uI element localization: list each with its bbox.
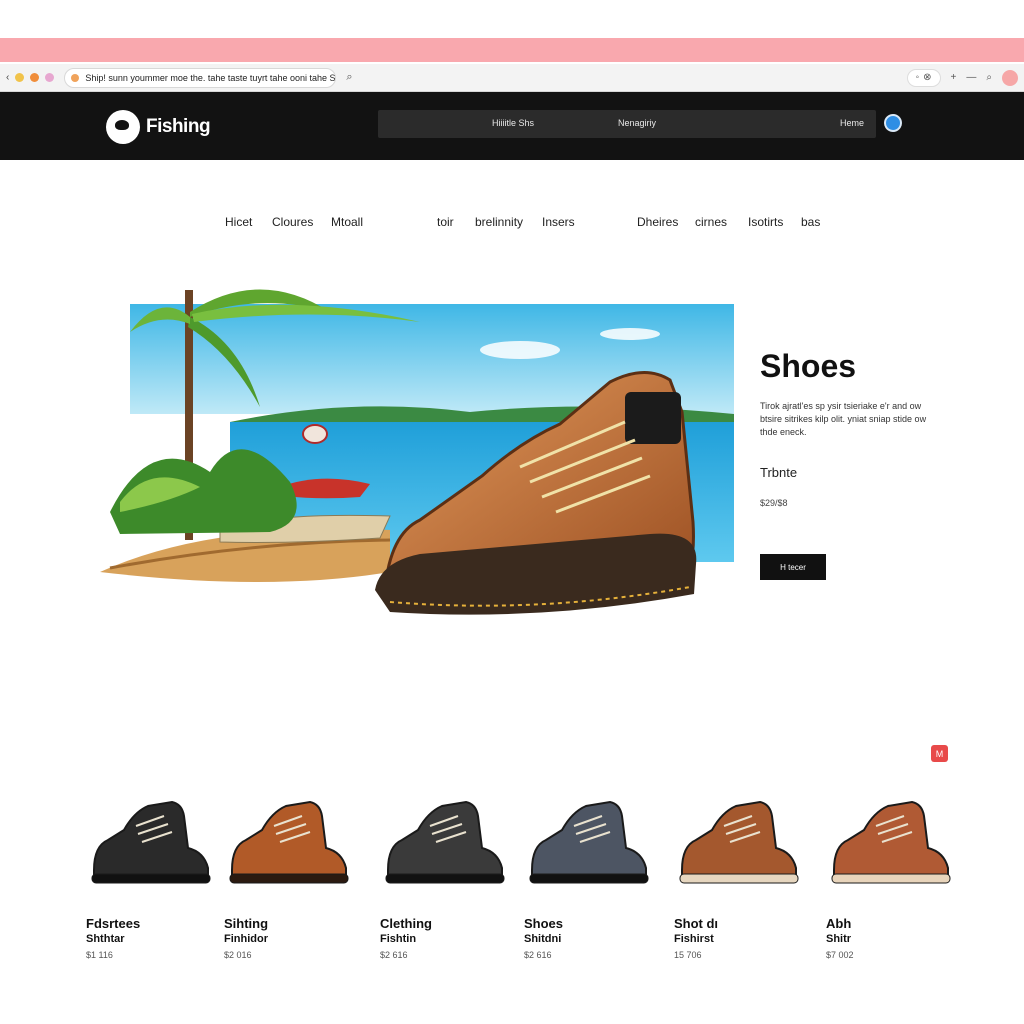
product-subtitle: Shthtar xyxy=(86,933,125,945)
site-header: Fishing Hiiiitle Shs Nenagiriy Heme xyxy=(0,92,1024,160)
zoom-icon[interactable]: ⌕ xyxy=(986,72,992,83)
search-icon[interactable]: ⌕ xyxy=(346,71,352,84)
header-nav-item[interactable]: Nenagiriy xyxy=(618,118,656,128)
page: ‹ Ship! sunn yoummer moe the. tahe taste… xyxy=(0,0,1024,1024)
category-link[interactable]: Isotirts xyxy=(748,215,783,229)
site-logo[interactable]: Fishing xyxy=(106,110,211,144)
product-subtitle: Finhidor xyxy=(224,933,268,945)
category-link[interactable]: Insers xyxy=(542,215,575,229)
product-name: Sihting xyxy=(224,916,269,931)
boot-collar xyxy=(625,392,681,444)
notification-badge[interactable]: M xyxy=(931,745,948,762)
globe-icon[interactable] xyxy=(884,114,902,132)
category-link[interactable]: toir xyxy=(437,215,454,229)
product-name: Clething xyxy=(380,916,432,931)
boot-icon xyxy=(385,800,505,884)
category-link[interactable]: Dheires xyxy=(637,215,678,229)
product-card[interactable]: Fdsrtees Shthtar $1 116 xyxy=(86,790,226,970)
header-nav-item[interactable]: Heme xyxy=(840,118,864,128)
category-link[interactable]: Mtoall xyxy=(331,215,363,229)
category-link[interactable]: brelinnity xyxy=(475,215,523,229)
header-nav-bar: Hiiiitle Shs Nenagiriy Heme xyxy=(378,110,876,138)
product-card[interactable]: Shot dı Fishirst 15 706 xyxy=(674,790,814,970)
block-icon: ⊗ xyxy=(923,72,932,83)
product-price: $7 002 xyxy=(826,950,854,960)
cloud xyxy=(480,341,560,359)
address-bar[interactable]: Ship! sunn yoummer moe the. tahe taste t… xyxy=(64,67,337,88)
fishing-lure-icon xyxy=(302,424,328,444)
product-subtitle: Fishtin xyxy=(380,933,417,945)
boot-icon xyxy=(529,800,649,884)
minimize-icon[interactable]: — xyxy=(966,72,976,83)
product-name: Abh xyxy=(826,916,852,931)
boot-icon xyxy=(91,800,211,884)
fish-logo-icon xyxy=(106,110,140,144)
browser-right-controls: ◦ ⊗ + — ⌕ xyxy=(906,68,1024,87)
product-name: Shot dı xyxy=(674,916,719,931)
product-subtitle: Fishirst xyxy=(674,933,714,945)
product-card[interactable]: Sihting Finhidor $2 016 xyxy=(224,790,364,970)
hero-title: Shoes xyxy=(760,348,857,384)
tab-title: Ship! sunn yoummer moe the. tahe taste t… xyxy=(85,72,337,83)
product-card[interactable]: Abh Shitr $7 002 xyxy=(826,790,966,970)
yellow-dot-icon xyxy=(15,73,25,82)
favicon-icon xyxy=(71,73,80,82)
profile-avatar[interactable] xyxy=(1002,69,1018,86)
boot-icon xyxy=(831,800,951,884)
product-subtitle: Shitr xyxy=(826,933,852,945)
category-link[interactable]: bas xyxy=(801,215,820,229)
category-link[interactable]: Hicet xyxy=(225,215,252,229)
hero-price: $29/$8 xyxy=(760,498,788,508)
browser-address-row: ‹ Ship! sunn yoummer moe the. tahe taste… xyxy=(0,64,1024,92)
product-card[interactable]: Clething Fishtin $2 616 xyxy=(380,790,520,970)
header-nav-item[interactable]: Hiiiitle Shs xyxy=(492,118,534,128)
product-price: 15 706 xyxy=(674,950,702,960)
category-link[interactable]: Cloures xyxy=(272,215,313,229)
product-name: Fdsrtees xyxy=(86,916,141,931)
hero-description: Tirok ajratl'es sp ysir tsieriake e'r an… xyxy=(760,401,927,437)
new-tab-icon[interactable]: + xyxy=(951,72,957,83)
extensions-pill[interactable]: ◦ ⊗ xyxy=(906,68,941,87)
product-price: $2 016 xyxy=(224,950,252,960)
cloud xyxy=(600,328,660,340)
product-card[interactable]: Shoes Shitdni $2 616 xyxy=(524,790,664,970)
category-link[interactable]: cirnes xyxy=(695,215,727,229)
browser-top-strip xyxy=(0,38,1024,62)
orange-dot-icon xyxy=(30,73,40,82)
extension-icon: ◦ xyxy=(915,72,920,83)
boot-icon xyxy=(679,800,799,884)
hero-cta-button[interactable]: H tecer xyxy=(760,554,826,580)
logo-text: Fishing xyxy=(146,116,211,137)
browser-nav-controls: ‹ xyxy=(0,72,55,83)
hero-subtitle: Trbnte xyxy=(760,465,798,480)
product-price: $2 616 xyxy=(524,950,552,960)
product-price: $2 616 xyxy=(380,950,408,960)
boot-icon xyxy=(229,800,349,884)
product-name: Shoes xyxy=(524,916,564,931)
back-icon[interactable]: ‹ xyxy=(6,72,9,83)
product-subtitle: Shitdni xyxy=(524,933,562,945)
product-price: $1 116 xyxy=(86,950,113,960)
hero-illustration xyxy=(100,289,734,615)
pink-dot-icon xyxy=(45,73,55,82)
